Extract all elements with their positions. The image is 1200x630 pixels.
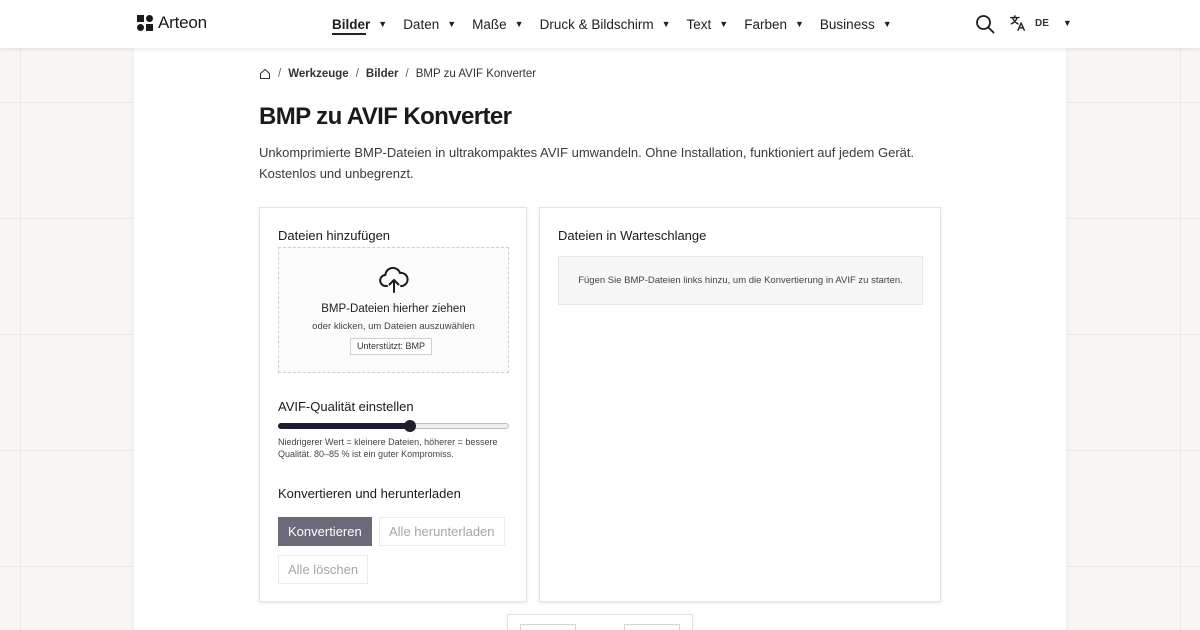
upload-panel: Dateien hinzufügen BMP-Dateien hierher z… [259, 207, 527, 602]
quality-heading: AVIF-Qualität einstellen [278, 399, 414, 414]
caret-down-icon: ▼ [882, 19, 892, 29]
clear-all-button[interactable]: Alle löschen [278, 555, 369, 584]
breadcrumb-current: BMP zu AVIF Konverter [415, 68, 537, 80]
queue-empty-message: Fügen Sie BMP-Dateien links hinzu, um di… [558, 256, 923, 305]
nav-item-daten[interactable]: Daten ▼ [403, 0, 456, 48]
main-content: / Werkzeuge / Bilder / BMP zu AVIF Konve… [134, 48, 1066, 630]
slider-fill [278, 423, 410, 429]
breadcrumb-separator: / [278, 68, 282, 80]
download-all-button[interactable]: Alle herunterladen [379, 517, 505, 546]
breadcrumb-separator: / [405, 68, 409, 80]
nav-label: Text [686, 16, 712, 32]
nav-label: Farben [744, 16, 787, 32]
nav-label: Druck & Bildschirm [539, 16, 654, 32]
convert-heading: Konvertieren und herunterladen [278, 486, 461, 501]
add-files-heading: Dateien hinzufügen [278, 228, 391, 243]
breadcrumb-separator: / [355, 68, 359, 80]
caret-down-icon: ▼ [795, 19, 804, 29]
convert-button[interactable]: Konvertieren [278, 517, 372, 546]
caret-down-icon: ▼ [719, 19, 729, 29]
page-description: Unkomprimierte BMP-Dateien in ultrakompa… [259, 145, 915, 181]
nav-item-druck-bildschirm[interactable]: Druck & Bildschirm ▼ [540, 0, 671, 48]
caret-down-icon: ▼ [514, 19, 524, 29]
search-button[interactable] [975, 14, 995, 34]
nav-item-bilder[interactable]: Bilder ▼ [332, 0, 387, 48]
nav-label: Business [819, 16, 875, 32]
quality-hint: Niedrigerer Wert = kleinere Dateien, höh… [278, 437, 498, 459]
nav-item-masse[interactable]: Maße ▼ [472, 0, 523, 48]
nav-label: Daten [403, 16, 440, 32]
nav-item-text[interactable]: Text ▼ [687, 0, 729, 48]
queue-panel: Dateien in Warteschlange Fügen Sie BMP-D… [539, 207, 941, 602]
dropzone-subtitle: oder klicken, um Dateien auszuwählen [312, 321, 475, 332]
main-nav: Bilder ▼ Daten ▼ Maße ▼ Druck & Bildschi… [332, 0, 908, 48]
logo-icon [137, 15, 153, 31]
caret-down-icon: ▼ [1062, 18, 1072, 28]
caret-down-icon: ▼ [661, 19, 671, 29]
search-icon [976, 15, 995, 34]
bottom-card [507, 614, 693, 630]
caret-down-icon: ▼ [378, 19, 388, 29]
logo-text: Arteon [158, 13, 207, 32]
page-title: BMP zu AVIF Konverter [259, 103, 512, 130]
supported-formats-badge: Unterstützt: BMP [350, 338, 433, 355]
queue-heading: Dateien in Warteschlange [558, 228, 707, 243]
dropzone-title: BMP-Dateien hierher ziehen [321, 303, 466, 315]
breadcrumb-werkzeuge[interactable]: Werkzeuge [288, 68, 349, 80]
translate-icon [1010, 15, 1025, 31]
nav-label: Bilder [332, 16, 371, 32]
logo[interactable]: Arteon [137, 13, 207, 33]
quality-slider[interactable] [278, 420, 509, 432]
breadcrumb: / Werkzeuge / Bilder / BMP zu AVIF Konve… [259, 68, 536, 80]
site-header: Arteon Bilder ▼ Daten ▼ Maße ▼ Druck & B… [0, 0, 1200, 48]
slider-thumb[interactable] [403, 420, 416, 432]
breadcrumb-bilder[interactable]: Bilder [366, 68, 399, 80]
caret-down-icon: ▼ [447, 19, 457, 29]
nav-item-business[interactable]: Business ▼ [820, 0, 892, 48]
home-icon[interactable] [259, 68, 271, 80]
bottom-card-button-right[interactable] [624, 624, 680, 630]
nav-item-farben[interactable]: Farben ▼ [744, 0, 804, 48]
file-dropzone[interactable]: BMP-Dateien hierher ziehen oder klicken,… [278, 247, 509, 373]
language-code: DE [1035, 17, 1049, 29]
bottom-card-button-left[interactable] [520, 624, 576, 630]
cloud-upload-icon [379, 266, 409, 293]
nav-label: Maße [472, 16, 507, 32]
language-selector[interactable]: DE ▼ [1009, 14, 1072, 32]
